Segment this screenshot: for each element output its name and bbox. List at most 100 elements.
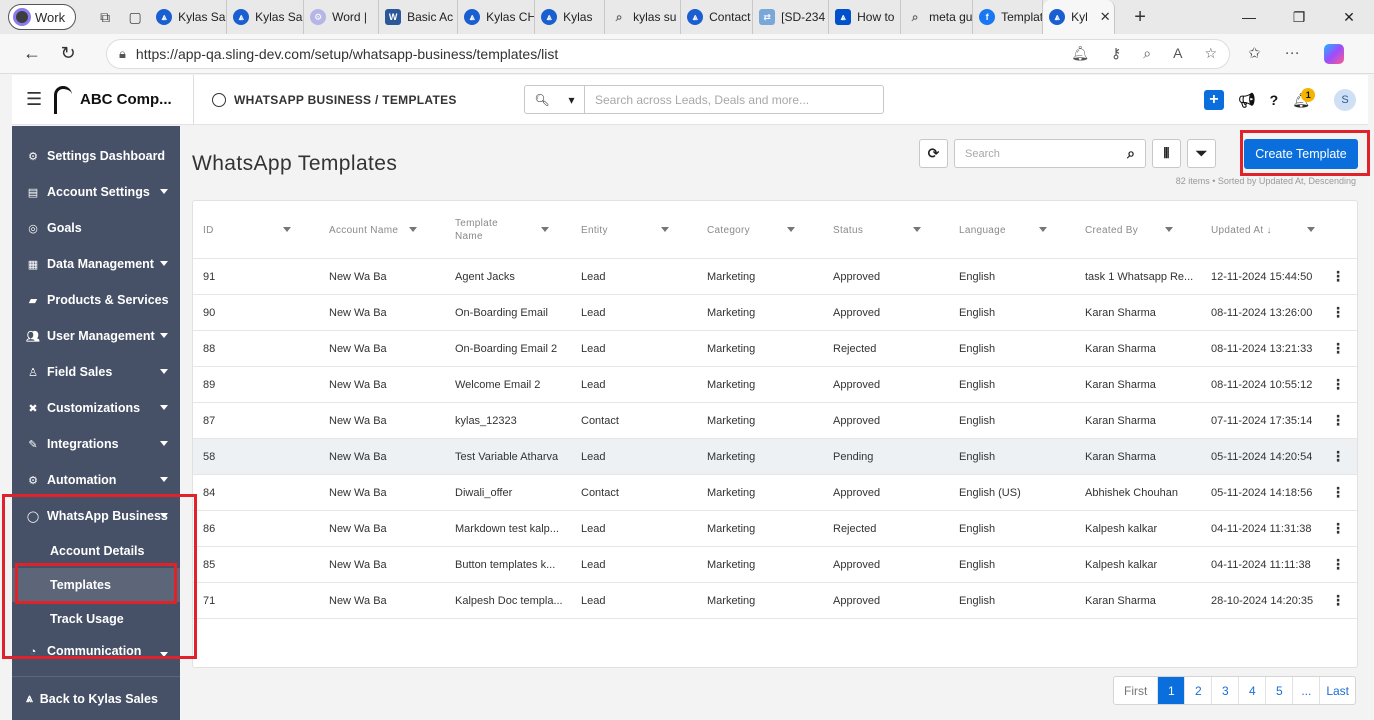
read-aloud-icon[interactable]: A: [1173, 45, 1182, 62]
row-actions-icon[interactable]: ⋮: [1331, 485, 1345, 499]
column-header[interactable]: Language: [959, 201, 1065, 259]
column-header[interactable]: Created By: [1085, 201, 1191, 259]
table-search-input[interactable]: Search ⌕: [954, 139, 1146, 168]
zoom-icon[interactable]: ⌕: [1143, 45, 1151, 62]
sidebar-subitem-track-usage[interactable]: Track Usage: [12, 602, 180, 636]
column-header[interactable]: Template Name: [455, 201, 567, 259]
browser-tab[interactable]: ⚙ Word |: [304, 0, 380, 34]
key-icon[interactable]: ⚷: [1111, 45, 1121, 62]
minimize-icon[interactable]: —: [1224, 0, 1274, 34]
row-actions-icon[interactable]: ⋮: [1331, 593, 1345, 607]
copilot-icon[interactable]: [1323, 43, 1344, 64]
url-field[interactable]: 🔒︎ https://app-qa.sling-dev.com/setup/wh…: [106, 38, 1230, 69]
table-row[interactable]: 71 New Wa Ba Kalpesh Doc templa... Lead Mark…: [193, 583, 1357, 619]
browser-tab[interactable]: ⩓ Kylas CH: [458, 0, 536, 34]
create-template-button[interactable]: Create Template: [1244, 139, 1358, 169]
page-5[interactable]: 5: [1266, 677, 1294, 704]
back-to-sales-link[interactable]: ⩓ Back to Kylas Sales: [12, 676, 180, 720]
column-header[interactable]: ID: [203, 201, 309, 259]
browser-tab[interactable]: ⌕ meta gu: [901, 0, 974, 34]
sidebar-item-field-sales[interactable]: ♙ Field Sales: [12, 354, 180, 390]
close-window-icon[interactable]: ✕: [1324, 0, 1374, 34]
profile-button[interactable]: Work: [8, 4, 77, 30]
workspaces-icon[interactable]: ⧉: [90, 4, 120, 30]
page-last[interactable]: Last: [1320, 677, 1355, 704]
page-3[interactable]: 3: [1212, 677, 1240, 704]
column-header[interactable]: Status: [833, 201, 939, 259]
favorite-star-icon[interactable]: ☆: [1204, 45, 1217, 62]
table-row[interactable]: 86 New Wa Ba Markdown test kalp... Lead Mark…: [193, 511, 1357, 547]
table-row[interactable]: 90 New Wa Ba On-Boarding Email Lead Marketin…: [193, 295, 1357, 331]
table-row[interactable]: 91 New Wa Ba Agent Jacks Lead Marketing Appro…: [193, 259, 1357, 295]
page-first[interactable]: First: [1114, 677, 1159, 704]
avatar[interactable]: S: [1334, 89, 1356, 111]
browser-tab[interactable]: ⩓ Contact: [681, 0, 754, 34]
row-actions-icon[interactable]: ⋮: [1331, 449, 1345, 463]
notifications-icon[interactable]: 🔔︎ 1: [1292, 87, 1316, 109]
sidebar-item-user-management[interactable]: 👥︎ User Management: [12, 318, 180, 354]
sidebar-subitem-templates[interactable]: Templates: [12, 568, 180, 602]
table-row[interactable]: 84 New Wa Ba Diwali_offer Contact Marketing A…: [193, 475, 1357, 511]
table-row[interactable]: 85 New Wa Ba Button templates k... Lead Mark…: [193, 547, 1357, 583]
sidebar-item-data-management[interactable]: ▦ Data Management: [12, 246, 180, 282]
sidebar-item-customizations[interactable]: ✖ Customizations: [12, 390, 180, 426]
browser-tab[interactable]: ⩓ Kyl ✕: [1043, 0, 1116, 34]
search-entity-dropdown[interactable]: 🔍︎ ▾: [525, 86, 585, 113]
table-row[interactable]: 87 New Wa Ba kylas_12323 Contact Marketing Ap…: [193, 403, 1357, 439]
page-4[interactable]: 4: [1239, 677, 1267, 704]
page-ellipsis[interactable]: ...: [1293, 677, 1321, 704]
row-actions-icon[interactable]: ⋮: [1331, 341, 1345, 355]
sidebar-item-account-settings[interactable]: ▤ Account Settings: [12, 174, 180, 210]
row-actions-icon[interactable]: ⋮: [1331, 305, 1345, 319]
sidebar-item-whatsapp-business[interactable]: ◯ WhatsApp Business: [12, 498, 180, 534]
sidebar-item-settings-dashboard[interactable]: ⚙ Settings Dashboard: [12, 138, 180, 174]
browser-tab[interactable]: W Basic Ac: [379, 0, 459, 34]
hamburger-icon[interactable]: ☰: [26, 89, 48, 110]
sidebar-item-communication[interactable]: ◔ Communication: [12, 636, 180, 658]
column-header[interactable]: Entity: [581, 201, 687, 259]
cell-entity: Contact: [581, 415, 619, 427]
tab-actions-icon[interactable]: ▢: [120, 4, 150, 30]
refresh-icon[interactable]: ↻: [50, 39, 86, 69]
favorites-icon[interactable]: ✩: [1248, 44, 1261, 64]
table-row[interactable]: 58 New Wa Ba Test Variable Atharva Lead Mark…: [193, 439, 1357, 475]
new-tab-button[interactable]: +: [1125, 6, 1155, 29]
table-row[interactable]: 88 New Wa Ba On-Boarding Email 2 Lead Market…: [193, 331, 1357, 367]
sidebar-subitem-account-details[interactable]: Account Details: [12, 534, 180, 568]
browser-tab[interactable]: ⇄ [SD-234: [753, 0, 830, 34]
refresh-button[interactable]: ⟳: [919, 139, 948, 168]
back-icon[interactable]: ←: [14, 39, 50, 69]
more-icon[interactable]: ···: [1285, 44, 1300, 64]
quick-add-button[interactable]: +: [1203, 90, 1224, 110]
browser-tab[interactable]: ⩓ Kylas Sa: [227, 0, 305, 34]
maximize-icon[interactable]: ❐: [1274, 0, 1324, 34]
megaphone-icon[interactable]: 📢︎: [1238, 92, 1256, 109]
columns-button[interactable]: ⦀: [1152, 139, 1181, 168]
column-header[interactable]: Account Name: [329, 201, 435, 259]
column-header[interactable]: Updated At ↓: [1211, 201, 1331, 259]
bell-outline-icon[interactable]: 🔔︎: [1071, 45, 1089, 62]
page-1[interactable]: 1: [1158, 677, 1186, 704]
table-row[interactable]: 89 New Wa Ba Welcome Email 2 Lead Marketing A…: [193, 367, 1357, 403]
browser-tab[interactable]: ⩓ How to: [829, 0, 902, 34]
page-2[interactable]: 2: [1185, 677, 1213, 704]
company-logo[interactable]: ABC Comp...: [54, 74, 194, 125]
browser-tab[interactable]: f Templat: [973, 0, 1044, 34]
column-header[interactable]: Category: [707, 201, 813, 259]
sidebar-item-goals[interactable]: ◎ Goals: [12, 210, 180, 246]
close-tab-icon[interactable]: ✕: [1100, 9, 1111, 25]
sidebar-item-automation[interactable]: ⚙ Automation: [12, 462, 180, 498]
row-actions-icon[interactable]: ⋮: [1331, 413, 1345, 427]
sidebar-item-integrations[interactable]: ✎ Integrations: [12, 426, 180, 462]
sidebar-item-products-services[interactable]: ▰ Products & Services: [12, 282, 180, 318]
row-actions-icon[interactable]: ⋮: [1331, 269, 1345, 283]
global-search-input[interactable]: Search across Leads, Deals and more...: [585, 93, 809, 107]
row-actions-icon[interactable]: ⋮: [1331, 377, 1345, 391]
filter-button[interactable]: ⏷: [1187, 139, 1216, 168]
row-actions-icon[interactable]: ⋮: [1331, 521, 1345, 535]
help-icon[interactable]: ?: [1270, 92, 1279, 108]
browser-tab[interactable]: ⩓ Kylas: [535, 0, 606, 34]
browser-tab[interactable]: ⌕ kylas su: [605, 0, 682, 34]
browser-tab[interactable]: ⩓ Kylas Sa: [150, 0, 228, 34]
row-actions-icon[interactable]: ⋮: [1331, 557, 1345, 571]
